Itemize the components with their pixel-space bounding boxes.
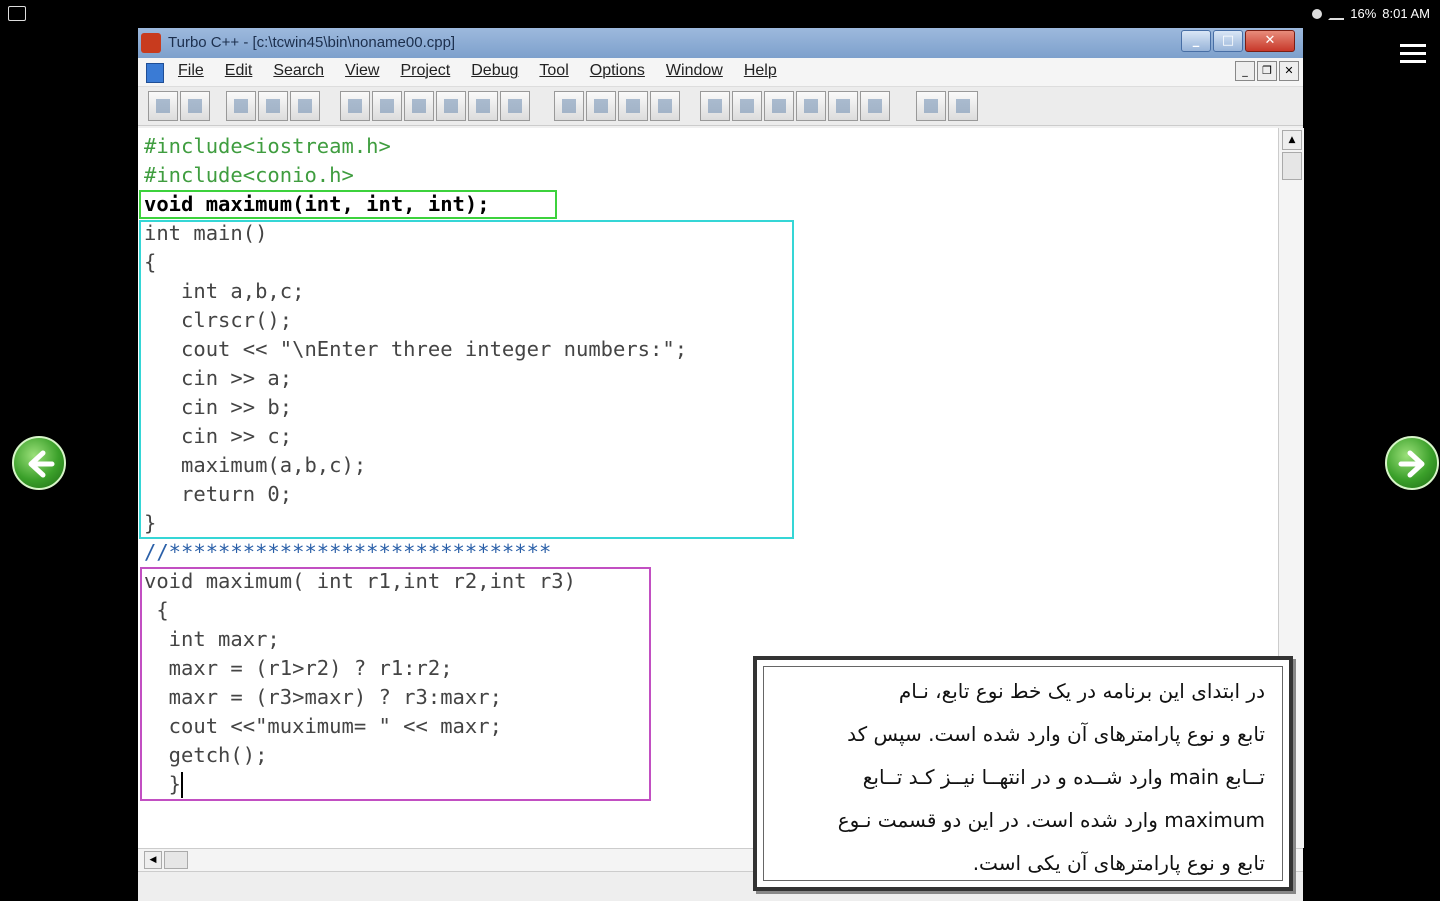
minimize-button[interactable]: _ [1181,30,1211,52]
settings-icon [1312,8,1323,19]
arrow-right-icon [1398,450,1425,478]
main-function-highlight-box [139,220,794,539]
project-tool-icon[interactable] [226,91,256,121]
code-line: //******************************* [144,540,552,564]
maximize-button[interactable]: □ [1213,30,1243,52]
evaluate-tool-icon[interactable] [764,91,794,121]
next-slide-button[interactable] [1385,436,1439,490]
project-save-tool-icon[interactable] [290,91,320,121]
menu-tool[interactable]: Tool [539,62,568,80]
doc-close-button[interactable]: ✕ [1279,61,1299,81]
scroll-up-arrow-icon[interactable]: ▲ [1282,130,1302,150]
menu-help[interactable]: Help [744,62,777,80]
scroll-left-arrow-icon[interactable]: ◀ [144,851,162,869]
clock: 8:01 AM [1382,6,1430,21]
title-bar: Turbo C++ - [c:\tcwin45\bin\noname00.cpp… [138,28,1303,58]
project-open-tool-icon[interactable] [258,91,288,121]
hamburger-menu-icon[interactable] [1400,44,1426,64]
device-status-bar: 16% 8:01 AM [0,0,1440,28]
doc-minimize-button[interactable]: _ [1235,61,1255,81]
toolbar [138,87,1303,126]
open-file-tool-icon[interactable] [148,91,178,121]
code-line: #include<iostream.h> [144,134,391,158]
note-text: در ابتدای این برنامه در یک خط نوع تابع، … [837,679,1265,875]
trace-into-tool-icon[interactable] [436,91,466,121]
prototype-highlight-box [139,190,557,219]
reset-tool-icon[interactable] [500,91,530,121]
make-tool-icon[interactable] [372,91,402,121]
breakpoint-tool-icon[interactable] [700,91,730,121]
wifi-icon [1328,8,1345,20]
explanation-note: در ابتدای این برنامه در یک خط نوع تابع، … [753,656,1293,891]
close-button[interactable]: ✕ [1245,30,1295,52]
watch-tool-icon[interactable] [732,91,762,121]
menu-project[interactable]: Project [400,62,450,80]
arrow-left-icon [28,450,55,478]
menu-file[interactable]: File [178,62,204,80]
menu-search[interactable]: Search [273,62,324,80]
tile-tool-icon[interactable] [916,91,946,121]
document-icon[interactable] [146,63,164,83]
run-to-tool-icon[interactable] [468,91,498,121]
previous-slide-button[interactable] [12,436,66,490]
maximum-function-highlight-box [140,567,651,801]
window-title: Turbo C++ - [c:\tcwin45\bin\noname00.cpp… [168,34,456,51]
copy-tool-icon[interactable] [618,91,648,121]
status-icons: 16% 8:01 AM [1312,6,1430,21]
turbo-cpp-app-icon [141,33,161,53]
step-over-tool-icon[interactable] [404,91,434,121]
cascade-tool-icon[interactable] [948,91,978,121]
undo-tool-icon[interactable] [554,91,584,121]
menu-view[interactable]: View [345,62,379,80]
code-line: #include<conio.h> [144,163,354,187]
inspect-tool-icon[interactable] [796,91,826,121]
gallery-icon [8,6,26,21]
menu-edit[interactable]: Edit [225,62,253,80]
save-file-tool-icon[interactable] [180,91,210,121]
cut-tool-icon[interactable] [586,91,616,121]
menu-window[interactable]: Window [666,62,723,80]
doc-restore-button[interactable]: ❐ [1257,61,1277,81]
compile-tool-icon[interactable] [340,91,370,121]
vertical-scroll-thumb[interactable] [1282,152,1302,180]
battery-level: 16% [1350,6,1377,21]
menu-bar: File Edit Search View Project Debug Tool… [138,58,1303,87]
menu-debug[interactable]: Debug [471,62,518,80]
menu-options[interactable]: Options [590,62,645,80]
horizontal-scroll-thumb[interactable] [164,851,188,869]
browse-tool-icon[interactable] [828,91,858,121]
tools-tool-icon[interactable] [860,91,890,121]
paste-tool-icon[interactable] [650,91,680,121]
